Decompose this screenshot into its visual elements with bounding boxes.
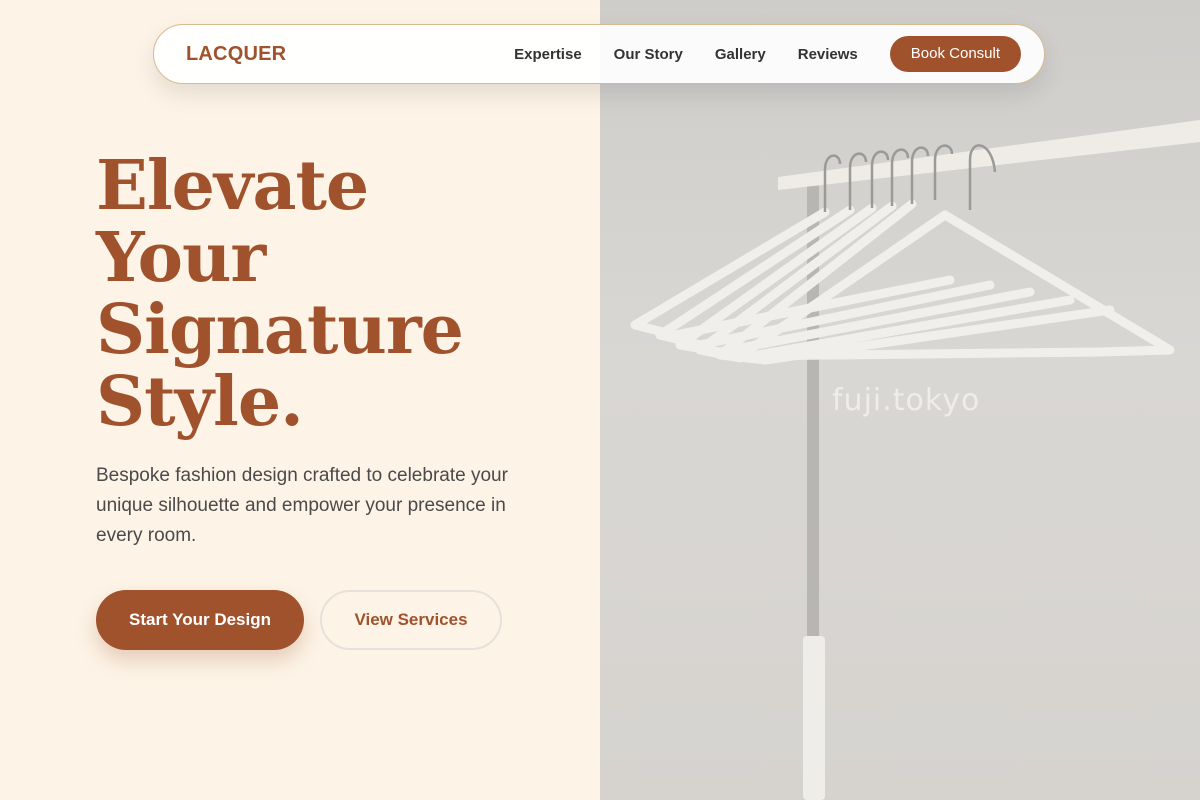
hero-title-line: Your [96, 218, 266, 298]
hero-subtitle: Bespoke fashion design crafted to celebr… [96, 465, 508, 546]
hero-title-line: Elevate [96, 146, 369, 226]
hero-title-line: Signature [96, 290, 464, 370]
nav-link-expertise[interactable]: Expertise [514, 46, 582, 63]
rack-base [803, 636, 825, 800]
navbar: LACQUER Expertise Our Story Gallery Revi… [153, 24, 1045, 84]
hero-title-line: Style. [96, 362, 304, 442]
logo[interactable]: LACQUER [186, 43, 286, 66]
nav-link-reviews[interactable]: Reviews [798, 46, 858, 63]
hero-left-panel: Elevate Your Signature Style. Bespoke fa… [0, 0, 600, 800]
hangers [630, 199, 1175, 365]
nav-link-gallery[interactable]: Gallery [715, 46, 766, 63]
image-watermark: fuji.tokyo [832, 383, 981, 418]
nav-link-our-story[interactable]: Our Story [614, 46, 683, 63]
rack-rail [778, 120, 1200, 190]
nav-links: Expertise Our Story Gallery Reviews Book… [482, 36, 1021, 72]
start-your-design-button[interactable]: Start Your Design [96, 590, 304, 650]
hero-title: Elevate Your Signature Style. [96, 146, 464, 442]
book-consult-button[interactable]: Book Consult [889, 36, 1021, 72]
hero-image: fuji.tokyo [600, 0, 1200, 800]
view-services-button[interactable]: View Services [320, 590, 502, 650]
